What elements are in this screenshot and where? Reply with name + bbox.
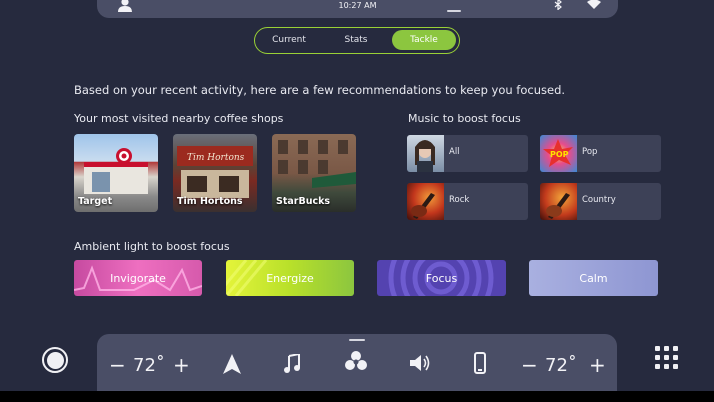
left-temp-decrease-button[interactable]: − [109, 353, 126, 377]
ambient-energize-button[interactable]: Energize [226, 260, 354, 296]
left-temp-increase-button[interactable]: + [173, 353, 190, 377]
svg-text:POP: POP [550, 150, 569, 159]
music-label: Rock [449, 195, 470, 205]
album-art-all [407, 135, 444, 172]
ambient-focus-button[interactable]: Focus [377, 260, 506, 296]
volume-icon[interactable] [410, 354, 430, 372]
status-bar: 10:27 AM [97, 0, 618, 18]
music-label: Country [582, 195, 616, 205]
music-label: Pop [582, 147, 598, 157]
music-label: All [449, 147, 460, 157]
tab-tackle[interactable]: Tackle [392, 30, 456, 50]
dock-handle[interactable] [349, 339, 365, 341]
ambient-label: Focus [425, 271, 458, 285]
album-art-portrait [415, 140, 435, 172]
clock: 10:27 AM [338, 1, 377, 10]
svg-text:Tim Hortons: Tim Hortons [187, 153, 245, 163]
album-art-pop-burst: POP [543, 139, 573, 167]
right-temperature: 72˚ [545, 355, 577, 376]
tab-current[interactable]: Current [257, 30, 321, 50]
shop-label: Tim Hortons [177, 196, 243, 207]
bluetooth-icon[interactable] [553, 0, 563, 10]
album-art-country [540, 183, 577, 220]
music-genre-country[interactable]: Country [540, 183, 661, 220]
status-bar-handle[interactable] [447, 10, 461, 12]
fan-icon[interactable] [345, 351, 367, 373]
music-genre-pop[interactable]: POP Pop [540, 135, 661, 172]
right-temp-decrease-button[interactable]: − [521, 353, 538, 377]
album-art-guitar [546, 193, 570, 219]
ambient-section-title: Ambient light to boost focus [74, 240, 230, 253]
music-genre-rock[interactable]: Rock [407, 183, 528, 220]
tab-bar: Current Stats Tackle [254, 27, 460, 54]
left-temperature: 72˚ [133, 355, 165, 376]
album-art-pop: POP [540, 135, 577, 172]
coffee-section-title: Your most visited nearby coffee shops [74, 112, 284, 125]
tab-stats[interactable]: Stats [323, 30, 389, 50]
screen-bottom-edge [0, 391, 714, 402]
shop-label: Target [78, 196, 113, 207]
music-note-icon[interactable] [284, 354, 300, 374]
ambient-label: Energize [266, 271, 314, 285]
recommendation-headline: Based on your recent activity, here are … [74, 83, 566, 97]
ambient-label: Calm [579, 271, 608, 285]
navigation-icon[interactable] [223, 354, 241, 374]
shop-label: StarBucks [276, 196, 331, 207]
wifi-icon[interactable] [587, 0, 601, 9]
music-genre-all[interactable]: All [407, 135, 528, 172]
phone-icon[interactable] [474, 352, 486, 374]
right-temp-increase-button[interactable]: + [589, 353, 606, 377]
home-button[interactable] [42, 347, 68, 373]
coffee-shop-target[interactable]: Target [74, 134, 158, 212]
music-section-title: Music to boost focus [408, 112, 521, 125]
coffee-shop-starbucks[interactable]: StarBucks [272, 134, 356, 212]
apps-grid-icon[interactable] [655, 346, 679, 370]
coffee-shop-tim-hortons[interactable]: Tim Hortons Tim Hortons [173, 134, 257, 212]
album-art-guitar [411, 193, 435, 219]
album-art-rock [407, 183, 444, 220]
ambient-calm-button[interactable]: Calm [529, 260, 658, 296]
ambient-label: Invigorate [110, 271, 166, 285]
ambient-invigorate-button[interactable]: Invigorate [74, 260, 202, 296]
home-icon [46, 351, 64, 369]
